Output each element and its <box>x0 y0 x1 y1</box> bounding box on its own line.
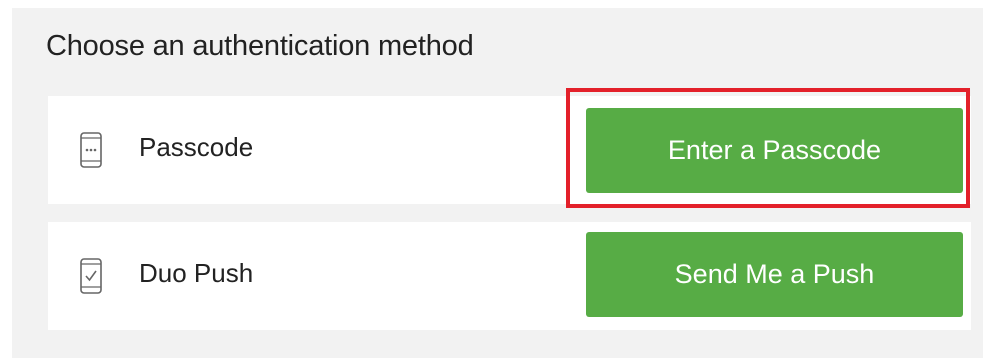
send-push-button[interactable]: Send Me a Push <box>586 232 963 317</box>
push-phone-icon <box>80 258 102 294</box>
method-label-duo-push: Duo Push <box>139 258 254 288</box>
method-label-passcode: Passcode <box>139 132 254 162</box>
passcode-phone-icon <box>80 132 102 168</box>
enter-passcode-button[interactable]: Enter a Passcode <box>586 108 963 193</box>
auth-method-heading: Choose an authentication method <box>46 30 474 62</box>
method-row-passcode: Passcode Enter a Passcode <box>48 96 971 204</box>
method-row-duo-push: Duo Push Send Me a Push <box>48 222 971 330</box>
